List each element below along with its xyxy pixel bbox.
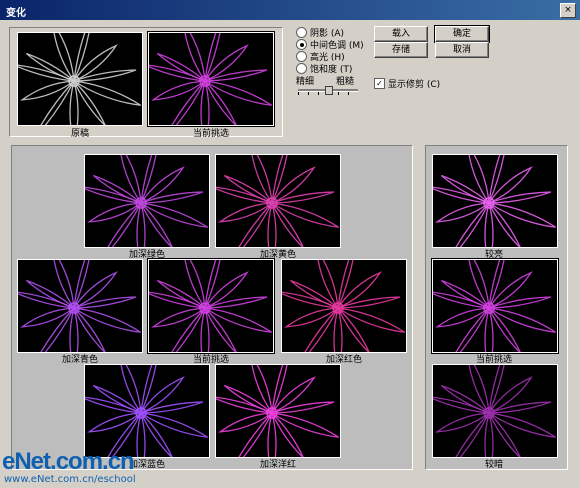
radio-indicator (296, 39, 307, 50)
current-pick-center-thumb[interactable] (147, 258, 275, 354)
enet-url: www.eNet.com.cn/eschool (4, 474, 136, 485)
checkmark-icon: ✓ (374, 78, 385, 89)
radio-indicator (296, 27, 307, 38)
more-green-thumb[interactable] (84, 154, 210, 248)
current-pick-label: 当前挑选 (192, 129, 229, 139)
more-magenta-label: 加深洋红 (259, 460, 296, 470)
original-label: 原稿 (70, 129, 89, 139)
title-bar: 变化 × (0, 0, 580, 20)
original-thumb (17, 32, 143, 126)
load-button[interactable]: 载入 (374, 26, 428, 42)
cancel-button[interactable]: 取消 (435, 42, 489, 58)
darker-thumb[interactable] (432, 364, 558, 458)
window-title: 变化 (6, 8, 26, 19)
more-blue-thumb[interactable] (84, 364, 210, 458)
more-red-thumb[interactable] (281, 259, 407, 353)
close-button[interactable]: × (560, 3, 576, 18)
fine-coarse-slider[interactable] (298, 86, 358, 96)
show-clipping-checkbox[interactable]: ✓ 显示修剪 (C) (374, 77, 440, 90)
radio-indicator (296, 51, 307, 62)
radio-indicator (296, 63, 307, 74)
enet-logo: eNet.com.cn (2, 448, 135, 475)
ok-button[interactable]: 确定 (434, 25, 490, 43)
darker-label: 较暗 (484, 460, 503, 470)
save-button[interactable]: 存储 (374, 42, 428, 58)
more-cyan-thumb[interactable] (17, 259, 143, 353)
show-clipping-label: 显示修剪 (C) (388, 80, 441, 90)
slider-thumb[interactable] (325, 86, 333, 95)
more-magenta-thumb[interactable] (215, 364, 341, 458)
current-pick-brightness-thumb[interactable] (431, 258, 559, 354)
more-yellow-thumb[interactable] (215, 154, 341, 248)
current-pick-thumb[interactable] (147, 31, 275, 127)
lighter-thumb[interactable] (432, 154, 558, 248)
